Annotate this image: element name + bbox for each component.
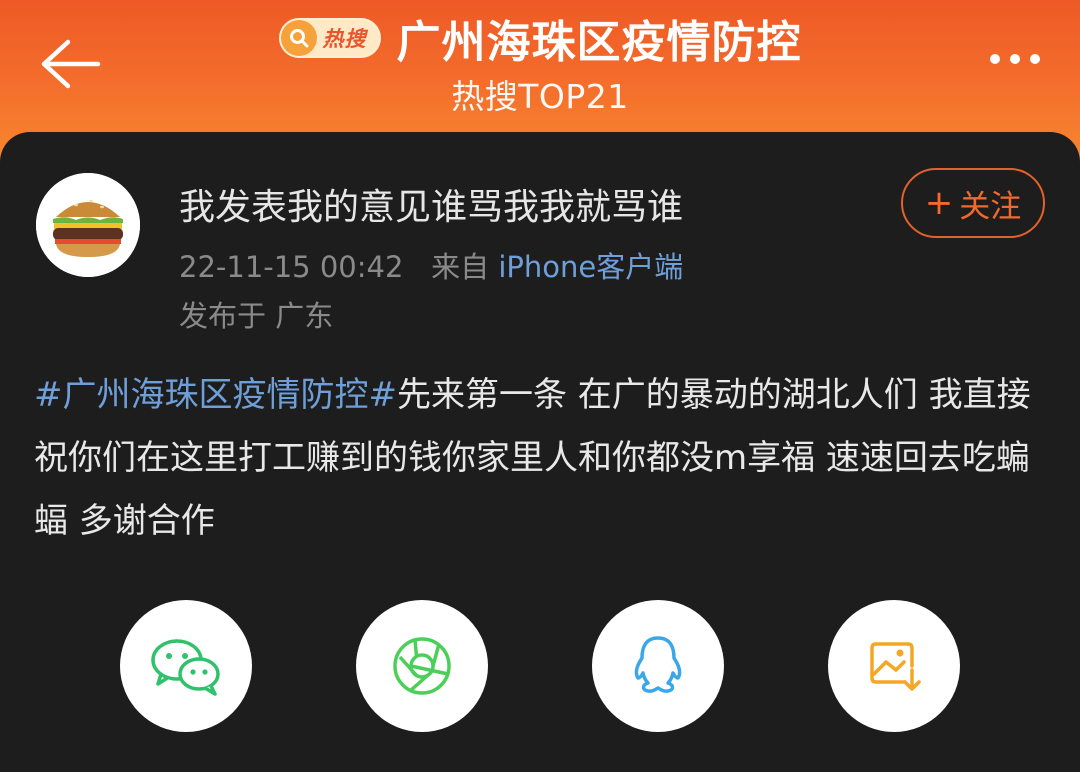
plus-icon: +	[924, 183, 954, 223]
save-image-icon	[870, 642, 921, 691]
post-meta: 22-11-15 00:42 来自 iPhone客户端	[179, 244, 683, 286]
more-dot-icon	[1010, 54, 1020, 64]
follow-button[interactable]: + 关注	[901, 168, 1045, 238]
post-body: #广州海珠区疫情防控#先来第一条 在广的暴动的湖北人们 我直接祝你们在这里打工赚…	[34, 364, 1050, 553]
hashtag-link[interactable]: #广州海珠区疫情防控#	[34, 375, 397, 415]
avatar[interactable]	[36, 173, 140, 277]
wechat-icon	[151, 639, 220, 696]
post-source-link[interactable]: iPhone客户端	[498, 250, 683, 284]
follow-label: 关注	[959, 188, 1022, 225]
qq-icon	[634, 636, 682, 693]
post-time: 22-11-15 00:42	[179, 250, 404, 284]
page-title: 广州海珠区疫情防控	[396, 17, 802, 68]
share-row	[0, 600, 1080, 744]
title-row: 热搜 广州海珠区疫情防控	[0, 6, 1080, 70]
hot-search-badge-label: 热搜	[322, 27, 367, 51]
more-dot-icon	[1030, 54, 1040, 64]
more-dot-icon	[990, 54, 1000, 64]
post-location: 发布于 广东	[179, 299, 334, 333]
moments-icon	[393, 637, 451, 695]
hot-search-badge[interactable]: 热搜	[278, 18, 381, 58]
save-image-button[interactable]	[828, 600, 960, 732]
page-subtitle: 热搜TOP21	[451, 77, 629, 116]
burger-avatar-icon	[36, 173, 140, 277]
share-qq-button[interactable]	[592, 600, 724, 732]
username[interactable]: 我发表我的意见谁骂我我就骂谁	[179, 178, 683, 230]
share-wechat-button[interactable]	[120, 600, 252, 732]
share-moments-button[interactable]	[356, 600, 488, 732]
post-source-prefix: 来自	[431, 250, 490, 284]
search-icon	[280, 20, 317, 56]
more-options-button[interactable]	[990, 54, 1040, 64]
